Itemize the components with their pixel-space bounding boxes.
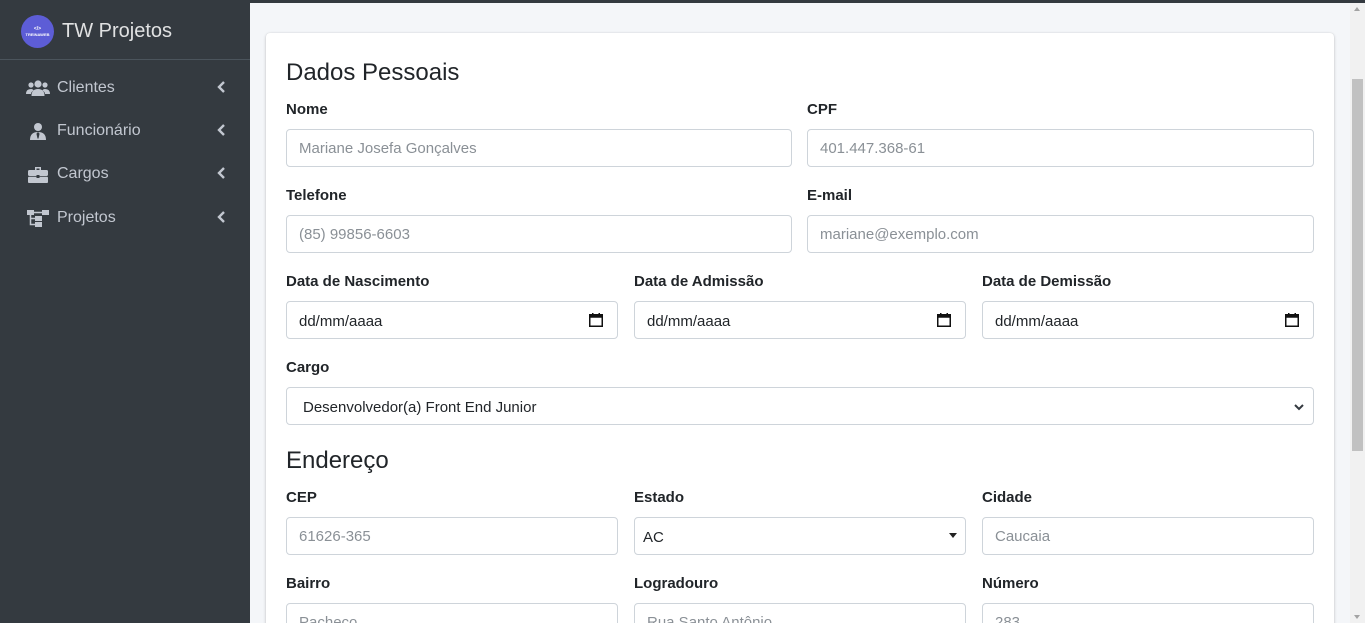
caret-down-icon bbox=[949, 533, 957, 538]
section-title-dados-pessoais: Dados Pessoais bbox=[286, 59, 460, 86]
telefone-input[interactable] bbox=[286, 215, 792, 253]
sidebar-item-label: Funcionário bbox=[57, 122, 141, 139]
brand-title: TW Projetos bbox=[62, 20, 173, 42]
calendar-icon[interactable] bbox=[937, 313, 951, 327]
cargo-select[interactable]: Desenvolvedor(a) Front End Junior bbox=[286, 387, 1314, 425]
data-nascimento-label: Data de Nascimento bbox=[286, 273, 430, 290]
calendar-icon[interactable] bbox=[1285, 313, 1299, 327]
data-admissao-input[interactable]: dd/mm/aaaa bbox=[634, 301, 966, 339]
sitemap-icon bbox=[26, 209, 50, 227]
content-wrapper: Dados Pessoais Nome CPF Telefone E-mail … bbox=[250, 3, 1350, 623]
nome-input[interactable] bbox=[286, 129, 792, 167]
chevron-left-icon bbox=[216, 122, 228, 138]
date-value: dd/mm/aaaa bbox=[647, 313, 731, 330]
sidebar-item-projetos[interactable]: Projetos bbox=[8, 198, 242, 238]
nome-label: Nome bbox=[286, 101, 328, 118]
vertical-scrollbar[interactable] bbox=[1350, 3, 1365, 623]
funcionario-form-card: Dados Pessoais Nome CPF Telefone E-mail … bbox=[266, 33, 1334, 623]
cep-input[interactable] bbox=[286, 517, 618, 555]
logradouro-input[interactable] bbox=[634, 603, 966, 623]
data-nascimento-input[interactable]: dd/mm/aaaa bbox=[286, 301, 618, 339]
user-tie-icon bbox=[26, 122, 50, 140]
date-value: dd/mm/aaaa bbox=[995, 313, 1079, 330]
chevron-left-icon bbox=[216, 165, 228, 181]
chevron-left-icon bbox=[216, 209, 228, 225]
scroll-up-arrow-icon[interactable] bbox=[1354, 7, 1360, 11]
cidade-input[interactable] bbox=[982, 517, 1314, 555]
section-title-endereco: Endereço bbox=[286, 447, 389, 474]
sidebar-item-cargos[interactable]: Cargos bbox=[8, 154, 242, 194]
bairro-input[interactable] bbox=[286, 603, 618, 623]
chevron-down-icon bbox=[1293, 400, 1305, 417]
users-icon bbox=[26, 79, 50, 97]
numero-label: Número bbox=[982, 575, 1039, 592]
sidebar-item-label: Cargos bbox=[57, 165, 109, 182]
sidebar-item-clientes[interactable]: Clientes bbox=[8, 68, 242, 108]
estado-select[interactable]: AC bbox=[634, 517, 966, 555]
numero-input[interactable] bbox=[982, 603, 1314, 623]
sidebar: </> TREINAWEB TW Projetos Clientes Funci… bbox=[0, 0, 250, 623]
date-value: dd/mm/aaaa bbox=[299, 313, 383, 330]
calendar-icon[interactable] bbox=[589, 313, 603, 327]
email-label: E-mail bbox=[807, 187, 853, 204]
scroll-down-arrow-icon[interactable] bbox=[1354, 615, 1360, 619]
briefcase-icon bbox=[26, 165, 50, 183]
estado-label: Estado bbox=[634, 489, 685, 506]
data-demissao-label: Data de Demissão bbox=[982, 273, 1112, 290]
data-demissao-input[interactable]: dd/mm/aaaa bbox=[982, 301, 1314, 339]
cpf-label: CPF bbox=[807, 101, 837, 118]
brand-logo: </> TREINAWEB bbox=[21, 15, 54, 48]
brand-link[interactable]: </> TREINAWEB TW Projetos bbox=[0, 3, 250, 60]
email-input[interactable] bbox=[807, 215, 1314, 253]
cidade-label: Cidade bbox=[982, 489, 1033, 506]
cargo-selected-value: Desenvolvedor(a) Front End Junior bbox=[303, 399, 537, 416]
chevron-left-icon bbox=[216, 79, 228, 95]
estado-selected-value: AC bbox=[643, 529, 664, 546]
sidebar-item-label: Clientes bbox=[57, 79, 115, 96]
bairro-label: Bairro bbox=[286, 575, 331, 592]
data-admissao-label: Data de Admissão bbox=[634, 273, 764, 290]
cargo-label: Cargo bbox=[286, 359, 330, 376]
sidebar-item-label: Projetos bbox=[57, 209, 116, 226]
cpf-input[interactable] bbox=[807, 129, 1314, 167]
logradouro-label: Logradouro bbox=[634, 575, 719, 592]
scrollbar-thumb[interactable] bbox=[1352, 79, 1363, 451]
telefone-label: Telefone bbox=[286, 187, 347, 204]
sidebar-item-funcionario[interactable]: Funcionário bbox=[8, 111, 242, 151]
cep-label: CEP bbox=[286, 489, 317, 506]
